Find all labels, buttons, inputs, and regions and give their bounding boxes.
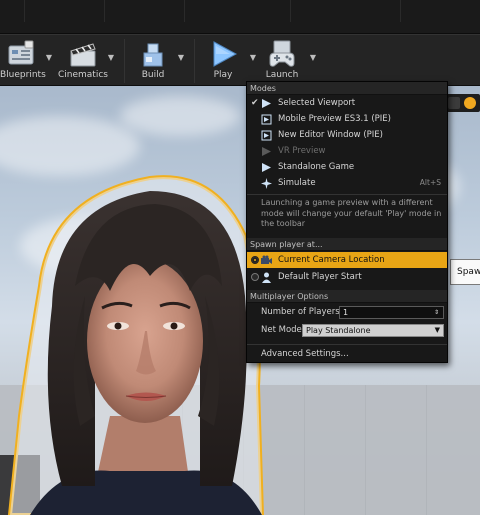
menu-item-vr-preview: VR Preview (247, 143, 447, 159)
chevron-down-icon[interactable]: ▼ (44, 53, 54, 63)
number-of-players-label: Number of Players (261, 307, 340, 317)
blueprints-button[interactable]: Blueprints (0, 37, 46, 83)
radio-selected-icon (251, 256, 259, 264)
launch-gamepad-icon (269, 40, 295, 67)
player-start-icon (262, 272, 271, 283)
net-mode-row: Net Mode Play Standalone ▼ (247, 322, 447, 338)
cinematics-label: Cinematics (58, 70, 108, 80)
maximize-icon[interactable] (464, 97, 476, 109)
play-options-menu: Modes ✔ Selected Viewport Mobile Preview… (246, 81, 448, 363)
clapperboard-icon (70, 43, 96, 67)
cinematics-button[interactable]: Cinematics (58, 37, 108, 83)
spawn-header: Spawn player at... (247, 238, 447, 251)
standalone-game-icon (262, 163, 271, 172)
advanced-settings-item[interactable]: Advanced Settings... (247, 346, 447, 362)
toolbar-separator (194, 39, 195, 83)
tab-divider (400, 0, 401, 22)
menu-divider (247, 344, 447, 345)
number-of-players-row: Number of Players 1 ⇕ (247, 304, 447, 320)
menu-item-simulate[interactable]: Simulate Alt+S (247, 175, 447, 191)
spawn-option-default-player-start[interactable]: Default Player Start (247, 269, 447, 285)
mobile-preview-icon (261, 114, 272, 125)
play-button[interactable]: Play (200, 37, 246, 83)
build-button[interactable]: Build (130, 37, 176, 83)
menu-item-mobile-preview[interactable]: Mobile Preview ES3.1 (PIE) (247, 111, 447, 127)
blueprints-icon (8, 40, 34, 65)
play-icon (213, 41, 238, 67)
net-mode-dropdown[interactable]: Play Standalone ▼ (302, 324, 444, 337)
menu-item-label: Selected Viewport (278, 98, 356, 108)
launch-button[interactable]: Launch (258, 37, 306, 83)
menu-item-standalone-game[interactable]: Standalone Game (247, 159, 447, 175)
chevron-down-icon[interactable]: ▼ (248, 53, 258, 63)
menu-item-new-editor-window[interactable]: New Editor Window (PIE) (247, 127, 447, 143)
menu-item-label: Advanced Settings... (261, 349, 349, 359)
play-icon (262, 99, 271, 108)
launch-label: Launch (265, 70, 299, 80)
menu-item-selected-viewport[interactable]: ✔ Selected Viewport (247, 95, 447, 111)
shortcut-label: Alt+S (419, 178, 441, 187)
number-of-players-value: 1 (343, 308, 349, 317)
blueprints-label: Blueprints (0, 70, 46, 80)
menu-item-label: Default Player Start (278, 272, 362, 282)
menu-item-label: Mobile Preview ES3.1 (PIE) (278, 114, 391, 124)
chevron-down-icon: ▼ (434, 326, 440, 334)
tab-divider (24, 0, 25, 22)
chevron-down-icon[interactable]: ▼ (106, 53, 116, 63)
spawn-option-current-camera[interactable]: Current Camera Location (247, 252, 447, 268)
net-mode-value: Play Standalone (306, 326, 371, 335)
multiplayer-header: Multiplayer Options (247, 290, 447, 303)
checkmark-icon: ✔ (251, 98, 259, 108)
tooltip: Spaw (450, 259, 480, 285)
vr-preview-icon (262, 147, 271, 156)
tab-divider (104, 0, 105, 22)
menu-item-label: VR Preview (278, 146, 326, 156)
title-bar-strip (0, 0, 480, 34)
simulate-icon (261, 178, 272, 189)
tab-divider (184, 0, 185, 22)
menu-item-label: Current Camera Location (278, 255, 385, 265)
new-window-icon (261, 130, 272, 141)
camera-speed-icon[interactable] (448, 97, 460, 109)
modes-header: Modes (247, 82, 447, 95)
chevron-down-icon[interactable]: ▼ (308, 53, 318, 63)
viewport-options (446, 94, 480, 112)
net-mode-label: Net Mode (261, 325, 302, 335)
menu-item-label: Simulate (278, 178, 316, 188)
modes-note: Launching a game preview with a differen… (261, 198, 442, 228)
toolbar-separator (124, 39, 125, 83)
camera-icon (261, 255, 272, 264)
build-blocks-icon (143, 43, 163, 67)
tab-divider (290, 0, 291, 22)
menu-divider (247, 194, 447, 195)
build-label: Build (141, 70, 165, 80)
play-label: Play (213, 70, 233, 80)
radio-unselected-icon (251, 273, 259, 281)
number-of-players-input[interactable]: 1 ⇕ (339, 306, 444, 319)
spinner-arrows-icon[interactable]: ⇕ (434, 308, 441, 317)
main-toolbar: Blueprints ▼ Cinematics ▼ Build ▼ Play ▼ (0, 34, 480, 86)
chevron-down-icon[interactable]: ▼ (176, 53, 186, 63)
menu-item-label: New Editor Window (PIE) (278, 130, 383, 140)
menu-item-label: Standalone Game (278, 162, 355, 172)
